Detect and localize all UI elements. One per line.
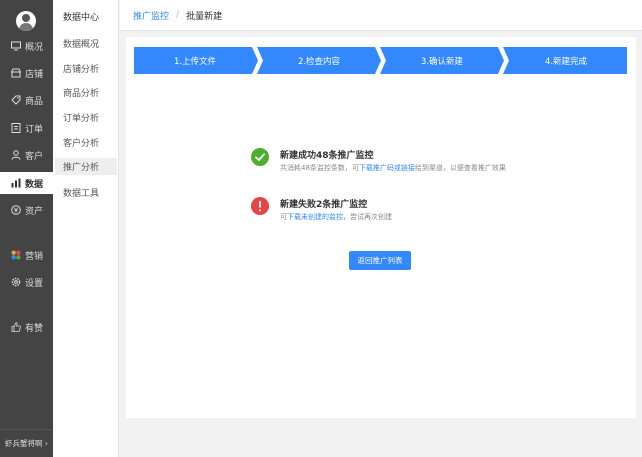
success-description: 共消耗48条监控条数，可下载推广码或链接给到渠道，以便查看推广效果 — [280, 164, 506, 172]
sidebar-item-label: 资产 — [25, 206, 44, 217]
sidebar-item-label: 有赞 — [25, 323, 44, 334]
monitor-icon — [11, 41, 21, 51]
thumb-icon — [11, 322, 21, 332]
sidebar-item-label: 营销 — [25, 251, 44, 262]
submenu-title: 数据中心 — [63, 13, 100, 23]
sidebar-item-assets[interactable]: 资产 — [0, 199, 53, 221]
submenu-item-goods-analysis[interactable]: 商品分析 — [55, 84, 117, 101]
check-circle-icon — [251, 148, 269, 166]
sidebar-item-label: 概况 — [25, 42, 44, 53]
failure-description: 可下载未创建的监控，尝试再次创建 — [280, 213, 392, 221]
back-to-list-button[interactable]: 返回推广列表 — [349, 251, 411, 270]
sidebar-item-settings[interactable]: 设置 — [0, 271, 53, 293]
failure-heading: 新建失败2条推广监控 — [280, 200, 368, 210]
sidebar-item-marketing[interactable]: 营销 — [0, 244, 53, 266]
submenu-item-customer-analysis[interactable]: 客户分析 — [55, 134, 117, 151]
submenu-item-data-overview[interactable]: 数据概况 — [55, 35, 117, 52]
sidebar-item-label: 设置 — [25, 278, 44, 289]
order-icon — [11, 123, 21, 133]
apps-icon — [11, 250, 21, 260]
breadcrumb-separator: / — [176, 10, 180, 20]
breadcrumb-link-promotion-monitor[interactable]: 推广监控 — [133, 9, 169, 22]
tag-icon — [11, 95, 21, 105]
step-create-done: 4.新建完成 — [544, 56, 588, 67]
step-indicator: 1.上传文件 2.检查内容 3.确认新建 4.新建完成 — [134, 47, 627, 74]
sidebar-item-data[interactable]: 数据 — [0, 172, 53, 194]
sidebar-item-customers[interactable]: 客户 — [0, 144, 53, 166]
shop-switcher[interactable]: 虾兵蟹将啊 › — [0, 429, 53, 457]
sidebar-item-label: 店铺 — [25, 69, 44, 80]
success-heading: 新建成功48条推广监控 — [280, 151, 374, 161]
breadcrumb-current: 批量新建 — [186, 11, 223, 22]
gear-icon — [11, 277, 21, 287]
sidebar-item-youzan[interactable]: 有赞 — [0, 316, 53, 338]
sidebar-item-goods[interactable]: 商品 — [0, 89, 53, 111]
sidebar-item-label: 客户 — [25, 151, 44, 162]
yen-icon — [11, 205, 21, 215]
download-failed-link[interactable]: 下载未创建的监控 — [287, 213, 343, 221]
main-sidebar: 概况 店铺 商品 订单 客户 数据 资产 营销 设置 有赞 虾兵蟹将啊 › — [0, 0, 53, 457]
user-icon — [11, 150, 21, 160]
submenu-item-shop-analysis[interactable]: 店铺分析 — [55, 60, 117, 77]
sidebar-item-shop[interactable]: 店铺 — [0, 62, 53, 84]
bar-chart-icon — [11, 178, 21, 188]
submenu-item-order-analysis[interactable]: 订单分析 — [55, 109, 117, 126]
exclamation-circle-icon — [251, 197, 269, 215]
sidebar-item-overview[interactable]: 概况 — [0, 35, 53, 57]
step-upload-file: 1.上传文件 — [173, 56, 217, 67]
sidebar-item-orders[interactable]: 订单 — [0, 117, 53, 139]
submenu-item-promotion-analysis[interactable]: 推广分析 — [55, 158, 117, 175]
step-confirm-create: 3.确认新建 — [420, 56, 464, 67]
breadcrumb: 推广监控 / 批量新建 — [120, 0, 642, 31]
submenu: 数据中心 数据概况 店铺分析 商品分析 订单分析 客户分析 推广分析 数据工具 — [53, 0, 119, 457]
content-card: 1.上传文件 2.检查内容 3.确认新建 4.新建完成 新建成功48条推广监控 … — [126, 37, 636, 418]
step-check-content: 2.检查内容 — [297, 56, 341, 67]
sidebar-item-label: 订单 — [25, 124, 44, 135]
submenu-item-data-tools[interactable]: 数据工具 — [55, 184, 117, 201]
download-codes-link[interactable]: 下载推广码或链接 — [359, 164, 415, 172]
sidebar-item-label: 数据 — [25, 179, 44, 190]
shop-icon — [11, 68, 21, 78]
sidebar-item-label: 商品 — [25, 96, 44, 107]
avatar[interactable] — [16, 11, 36, 31]
